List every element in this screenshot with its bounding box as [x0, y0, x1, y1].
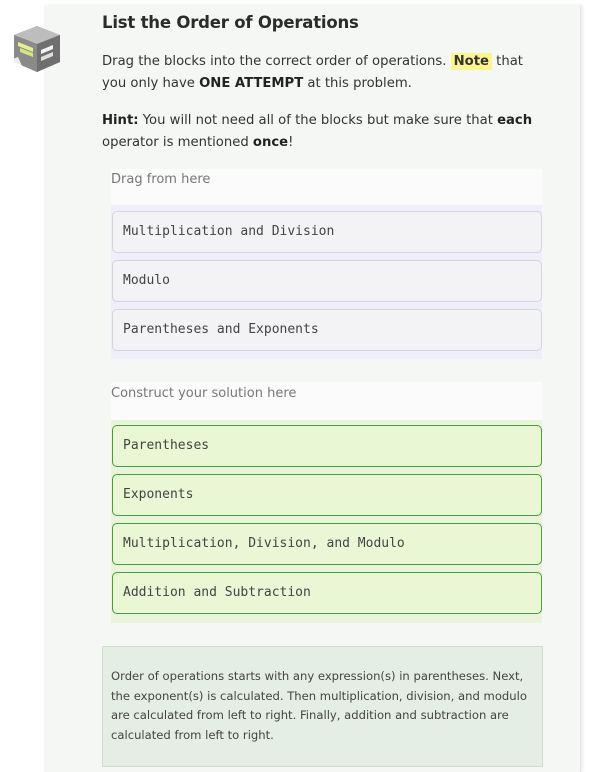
parsons-blocks-logo-icon [10, 26, 60, 72]
hint-label: Hint: [102, 113, 139, 128]
source-block[interactable]: Modulo [112, 260, 542, 302]
hint-text: Hint: You will not need all of the block… [102, 110, 542, 154]
hint-once-emphasis: once [252, 135, 289, 150]
source-block[interactable]: Multiplication and Division [112, 211, 542, 253]
one-attempt-emphasis: ONE ATTEMPT [199, 76, 304, 91]
instructions-text: Drag the blocks into the correct order o… [102, 51, 542, 95]
instructions-part3: at this problem. [307, 76, 412, 91]
solution-block[interactable]: Exponents [112, 474, 542, 516]
source-area-label: Drag from here [111, 169, 542, 205]
hint-part3: ! [288, 135, 294, 150]
hint-part2: operator is mentioned [102, 135, 249, 150]
solution-block[interactable]: Multiplication, Division, and Modulo [112, 523, 542, 565]
solution-area-label: Construct your solution here [111, 382, 542, 420]
solution-block[interactable]: Parentheses [112, 425, 542, 467]
hint-each-emphasis: each [497, 113, 533, 128]
instructions-part1: Drag the blocks into the correct order o… [102, 54, 447, 69]
solution-block[interactable]: Addition and Subtraction [112, 572, 542, 614]
page: List the Order of Operations Drag the bl… [0, 0, 597, 772]
hint-part1: You will not need all of the blocks but … [142, 113, 493, 128]
note-highlight: Note [450, 53, 492, 70]
problem-title: List the Order of Operations [102, 13, 359, 32]
source-block[interactable]: Parentheses and Exponents [112, 309, 542, 351]
feedback-box: Order of operations starts with any expr… [102, 646, 543, 767]
